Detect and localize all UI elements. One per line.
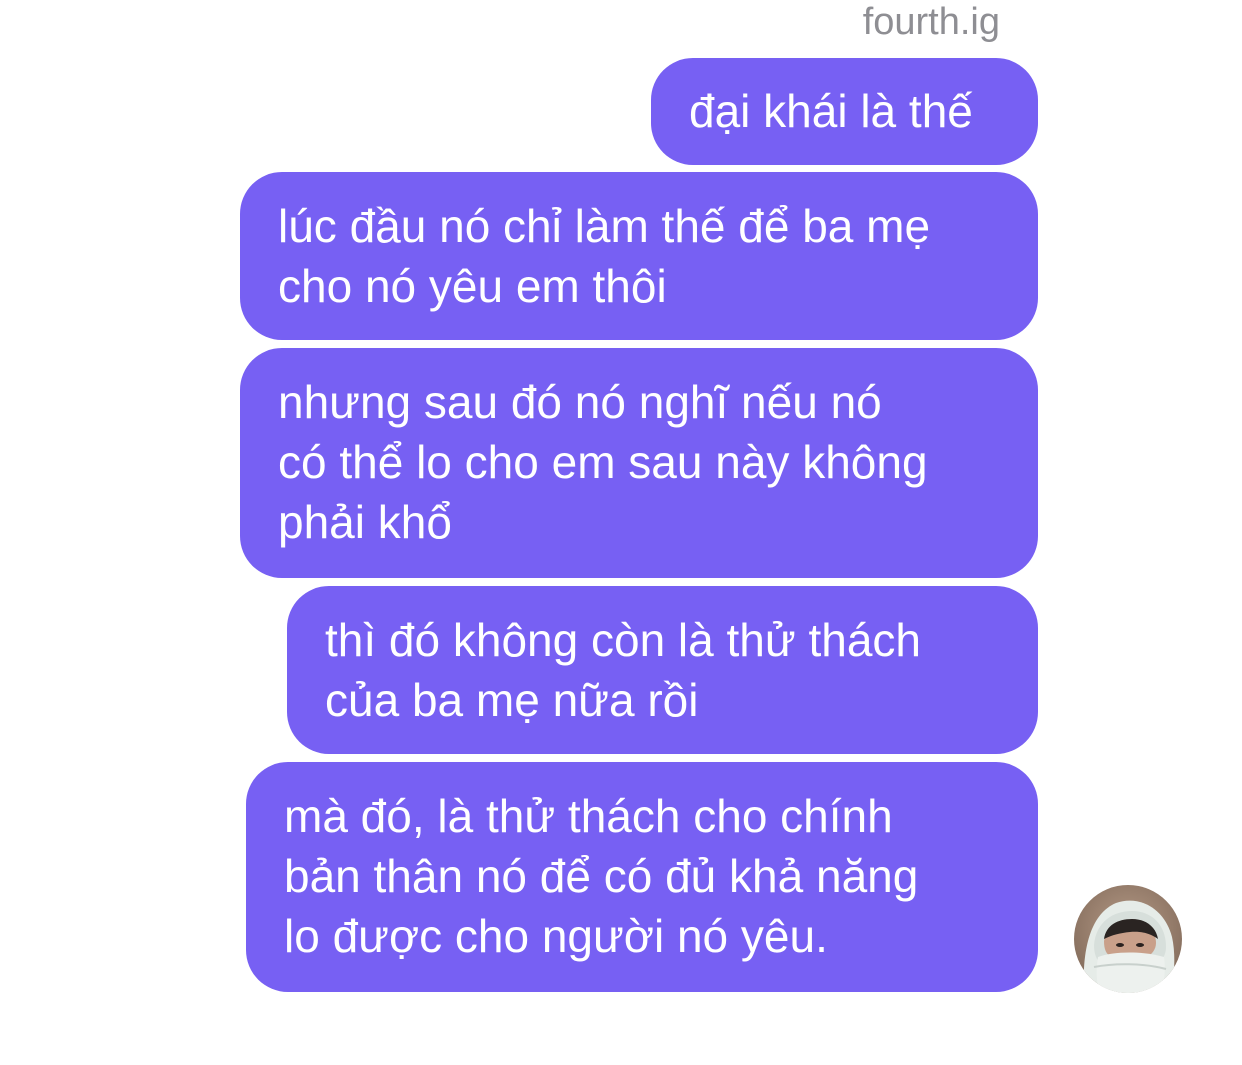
message-bubble[interactable]: nhưng sau đó nó nghĩ nếu nó có thể lo ch… (240, 348, 1038, 578)
message-bubble[interactable]: lúc đầu nó chỉ làm thế để ba mẹ cho nó y… (240, 172, 1038, 340)
message-bubble[interactable]: đại khái là thế (651, 58, 1038, 165)
avatar-photo-icon (1074, 885, 1182, 993)
message-bubble[interactable]: mà đó, là thử thách cho chính bản thân n… (246, 762, 1038, 992)
user-avatar[interactable] (1074, 885, 1182, 993)
sender-name: fourth.ig (862, 1, 1000, 43)
message-bubble[interactable]: thì đó không còn là thử thách của ba mẹ … (287, 586, 1038, 754)
